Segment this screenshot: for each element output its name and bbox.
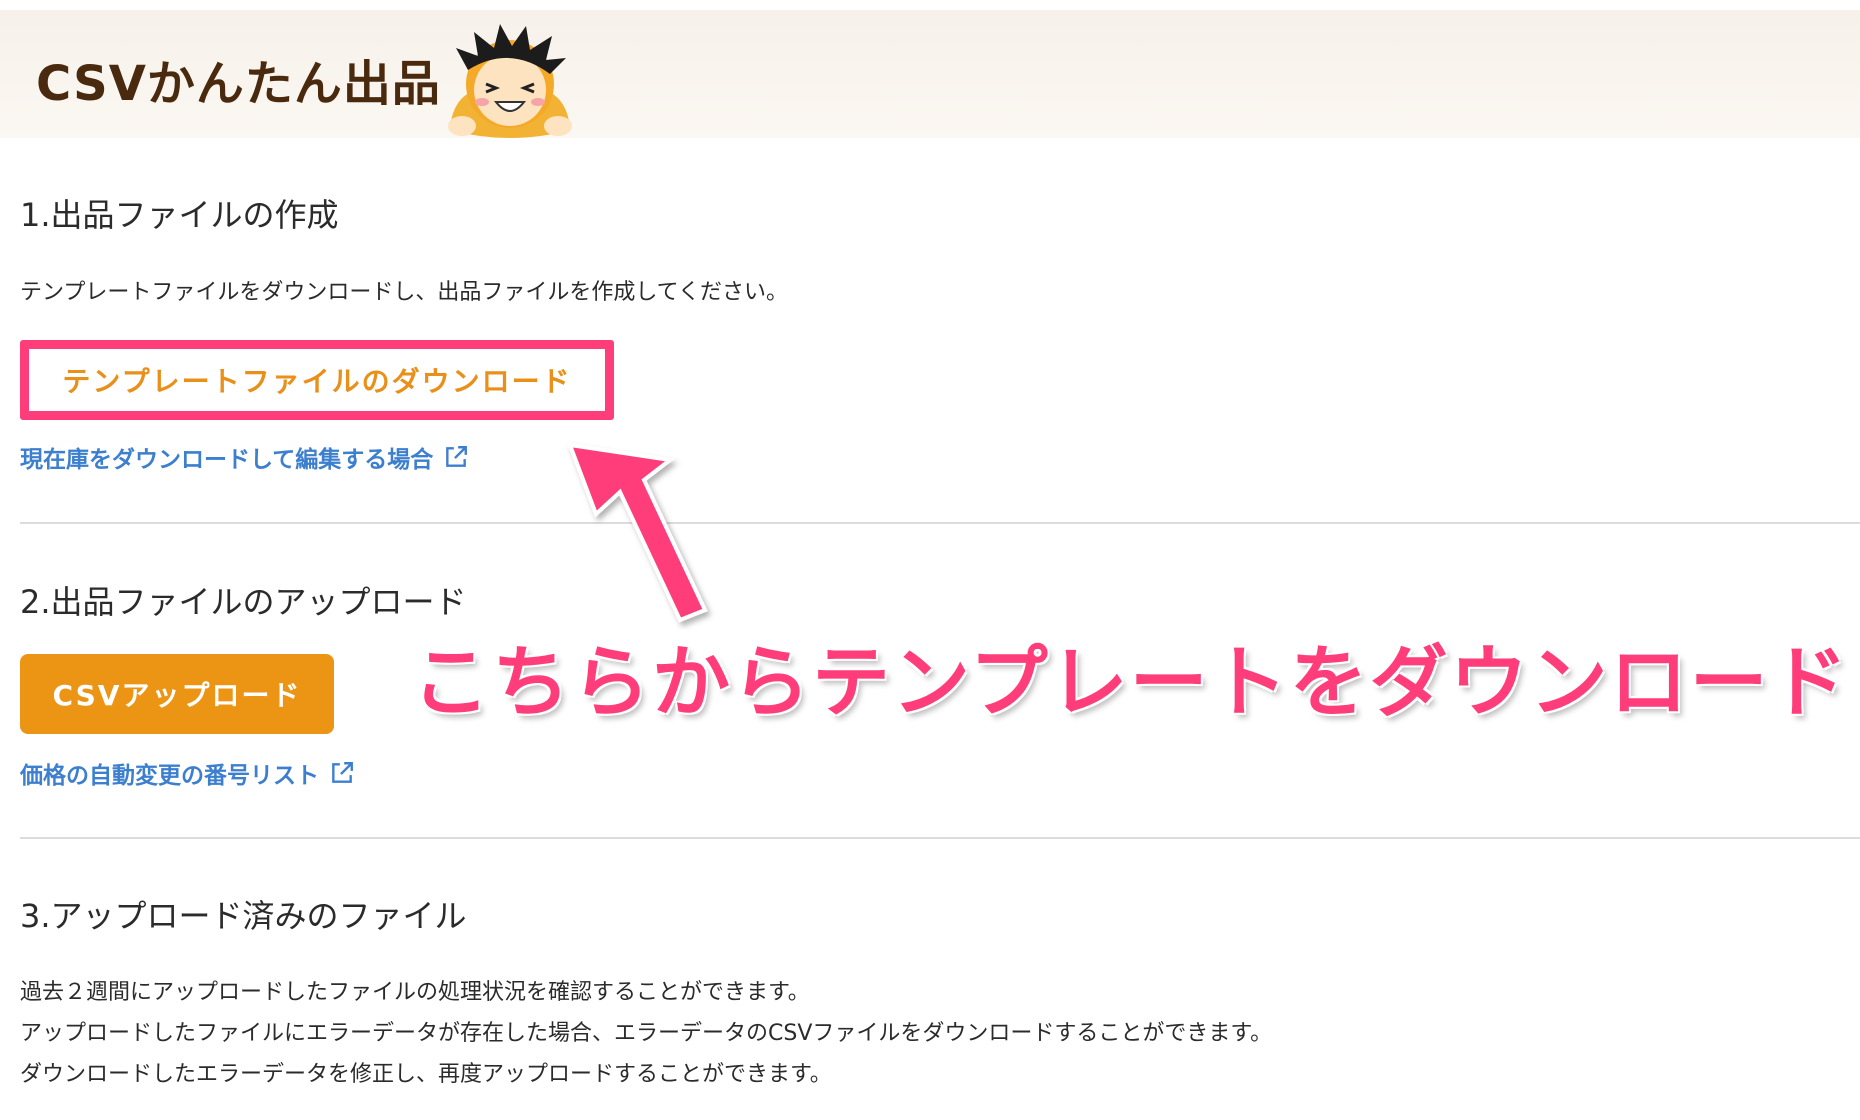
uploaded-description-line: アップロードしたファイルにエラーデータが存在した場合、エラーデータのCSVファイ… [20, 1021, 1273, 1046]
csv-upload-button[interactable]: CSVアップロード [20, 654, 334, 734]
page-title: CSVかんたん出品 [36, 56, 441, 112]
section-heading-create: 1.出品ファイルの作成 [20, 196, 339, 234]
section-divider [20, 522, 1860, 524]
section-description-create: テンプレートファイルをダウンロードし、出品ファイルを作成してください。 [20, 280, 789, 305]
download-template-button[interactable]: テンプレートファイルのダウンロード [20, 340, 614, 420]
download-template-label: テンプレートファイルのダウンロード [62, 365, 572, 398]
price-change-list-link[interactable]: 価格の自動変更の番号リスト [20, 756, 355, 790]
download-inventory-link[interactable]: 現在庫をダウンロードして編集する場合 [20, 440, 469, 474]
external-link-icon [332, 762, 353, 783]
price-change-list-label: 価格の自動変更の番号リスト [20, 763, 319, 789]
uploaded-description-line: ダウンロードしたエラーデータを修正し、再度アップロードすることができます。 [20, 1062, 832, 1087]
annotation-arrow-icon [566, 442, 708, 623]
external-link-icon [446, 446, 468, 467]
section-heading-uploaded: 3.アップロード済みのファイル [20, 897, 467, 935]
section-divider [20, 837, 1860, 839]
mascot-icon [448, 24, 572, 138]
section-heading-upload: 2.出品ファイルのアップロード [20, 583, 467, 621]
csv-upload-label: CSVアップロード [52, 679, 302, 712]
uploaded-description-line: 過去２週間にアップロードしたファイルの処理状況を確認することができます。 [20, 980, 810, 1005]
download-inventory-label: 現在庫をダウンロードして編集する場合 [20, 447, 434, 473]
annotation-callout: こちらからテンプレートをダウンロード [412, 638, 1850, 728]
